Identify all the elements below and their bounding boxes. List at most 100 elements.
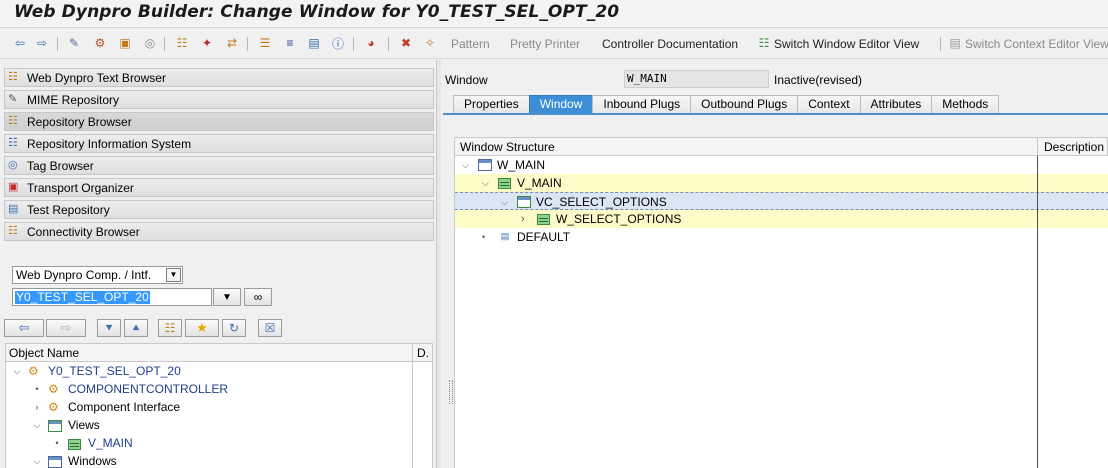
- collapse-all-button[interactable]: ⯅: [124, 319, 148, 337]
- column-divider: [412, 362, 413, 468]
- refresh-button[interactable]: ↻: [222, 319, 246, 337]
- chevron-down-icon[interactable]: ⌵: [462, 160, 472, 171]
- tree-node-label: COMPONENTCONTROLLER: [68, 382, 229, 396]
- chevron-right-icon[interactable]: ›: [521, 213, 531, 225]
- ws-node-vc-select-options[interactable]: ⌵ VC_SELECT_OPTIONS: [455, 192, 1108, 210]
- tree-node-component[interactable]: ⌵ ⚙ Y0_TEST_SEL_OPT_20: [12, 362, 181, 380]
- text-browser-icon: ☷: [8, 71, 18, 83]
- nav-label: Test Repository: [27, 202, 110, 217]
- bullet-icon: •: [35, 384, 39, 394]
- object-name-column[interactable]: Object Name: [9, 346, 79, 360]
- tab-outbound-plugs[interactable]: Outbound Plugs: [690, 95, 799, 113]
- switch-context-editor-icon: ▤: [949, 36, 961, 50]
- tree-node-label: Component Interface: [68, 400, 181, 414]
- chevron-down-icon[interactable]: ⌵: [32, 452, 42, 468]
- close-icon: ☒: [264, 321, 276, 335]
- back-arrow-icon[interactable]: ⇦: [12, 35, 28, 51]
- expand-all-button[interactable]: ⯆: [97, 319, 121, 337]
- tree-node-label: Y0_TEST_SEL_OPT_20: [48, 364, 181, 378]
- other-object-icon[interactable]: ⚙: [92, 35, 108, 51]
- chevron-down-icon[interactable]: ⌵: [12, 362, 22, 380]
- resize-handle[interactable]: [449, 380, 453, 404]
- chevron-down-icon[interactable]: ▼: [166, 268, 181, 282]
- chevron-right-icon[interactable]: ›: [32, 398, 42, 416]
- description-column[interactable]: D.: [417, 346, 429, 360]
- switch-window-editor-button[interactable]: Switch Window Editor View: [774, 37, 919, 51]
- where-used-icon[interactable]: ◎: [142, 35, 158, 51]
- description-column[interactable]: Description: [1044, 140, 1104, 154]
- tree-node-label: V_MAIN: [88, 436, 133, 450]
- editor-tabs: Properties Window Inbound Plugs Outbound…: [453, 95, 1000, 113]
- tab-context[interactable]: Context: [797, 95, 861, 113]
- nav-test-repository[interactable]: ▤ Test Repository: [4, 200, 434, 219]
- tab-inbound-plugs[interactable]: Inbound Plugs: [592, 95, 692, 113]
- object-type-select[interactable]: Web Dynpro Comp. / Intf. ▼: [12, 266, 183, 284]
- nav-label: Transport Organizer: [27, 180, 134, 195]
- window-name-field: W_MAIN: [624, 70, 769, 88]
- navigate-icon[interactable]: ⇄: [224, 35, 240, 51]
- tree-node-windows[interactable]: ⌵ Windows: [32, 452, 117, 468]
- object-name-dropdown-button[interactable]: ▼: [213, 288, 241, 306]
- display-change-icon[interactable]: ✎: [66, 35, 82, 51]
- nav-repository-information-system[interactable]: ☷ Repository Information System: [4, 134, 434, 153]
- object-name-input[interactable]: Y0_TEST_SEL_OPT_20: [12, 288, 212, 306]
- stack-icon[interactable]: ≡: [282, 35, 298, 51]
- magic-wand-icon[interactable]: ✧: [422, 35, 438, 51]
- collapse-all-icon: ⯅: [131, 320, 141, 335]
- ws-node-label: W_SELECT_OPTIONS: [556, 212, 682, 226]
- back-arrow-icon: ⇦: [18, 320, 30, 335]
- chevron-down-icon[interactable]: ⌵: [501, 197, 511, 208]
- favorites-button[interactable]: ★: [185, 319, 219, 337]
- stop-icon[interactable]: ✖: [398, 35, 414, 51]
- chevron-down-icon[interactable]: ⌵: [32, 416, 42, 434]
- activate-icon[interactable]: ▣: [117, 35, 133, 51]
- nav-repository-browser[interactable]: ☷ Repository Browser: [4, 112, 434, 131]
- tree-node-componentcontroller[interactable]: • ⚙ COMPONENTCONTROLLER: [32, 380, 228, 398]
- nav-label: MIME Repository: [27, 92, 120, 107]
- tree-node-component-interface[interactable]: › ⚙ Component Interface: [32, 398, 181, 416]
- chevron-down-icon[interactable]: ⌵: [482, 178, 492, 189]
- forward-arrow-icon[interactable]: ⇨: [34, 35, 50, 51]
- switch-context-editor-button[interactable]: Switch Context Editor View: [965, 37, 1108, 51]
- tab-underline: [443, 113, 1108, 115]
- tree-back-button[interactable]: ⇦: [4, 319, 44, 337]
- test-icon: ▤: [8, 203, 19, 215]
- ws-node-default[interactable]: • ▤ DEFAULT: [455, 228, 1108, 246]
- ws-node-w-main[interactable]: ⌵ W_MAIN: [455, 156, 1108, 174]
- tab-attributes[interactable]: Attributes: [859, 95, 933, 113]
- pattern-button[interactable]: Pattern: [451, 37, 490, 51]
- tree-forward-button[interactable]: ⇨: [46, 319, 86, 337]
- nav-tag-browser[interactable]: ◎ Tag Browser: [4, 156, 434, 175]
- pie-chart-icon[interactable]: ◕: [363, 35, 379, 51]
- ws-node-v-main[interactable]: ⌵ V_MAIN: [455, 174, 1108, 192]
- window-icon: [478, 159, 492, 171]
- nav-label: Repository Browser: [27, 114, 132, 129]
- nav-web-dynpro-text-browser[interactable]: ☷ Web Dynpro Text Browser: [4, 68, 434, 87]
- info-icon[interactable]: ⓘ: [330, 35, 346, 51]
- display-object-button[interactable]: ∞: [244, 288, 272, 306]
- hierarchy-button[interactable]: ☷: [158, 319, 182, 337]
- nav-connectivity-browser[interactable]: ☷ Connectivity Browser: [4, 222, 434, 241]
- tab-window[interactable]: Window: [528, 95, 594, 113]
- interface-icon: ⚙: [48, 399, 59, 414]
- nav-mime-repository[interactable]: ✎ MIME Repository: [4, 90, 434, 109]
- bullet-icon: •: [55, 438, 59, 448]
- nav-label: Tag Browser: [27, 158, 94, 173]
- object-list-icon[interactable]: ☰: [257, 35, 273, 51]
- pretty-printer-button[interactable]: Pretty Printer: [510, 37, 580, 51]
- chevron-down-icon: ▼: [222, 291, 232, 303]
- window-editor-panel: Window W_MAIN Inactive(revised) Properti…: [441, 60, 1108, 468]
- tree-node-views[interactable]: ⌵ Views: [32, 416, 100, 434]
- close-tree-button[interactable]: ☒: [258, 319, 282, 337]
- window-structure-column[interactable]: Window Structure: [460, 140, 555, 154]
- hierarchy-icon[interactable]: ☷: [174, 35, 190, 51]
- window-icon[interactable]: ▤: [306, 35, 322, 51]
- toolbar-separator: [247, 37, 248, 51]
- wizard-icon[interactable]: ✦: [199, 35, 215, 51]
- tab-properties[interactable]: Properties: [453, 95, 530, 113]
- ws-node-w-select-options[interactable]: › W_SELECT_OPTIONS: [455, 210, 1108, 228]
- nav-transport-organizer[interactable]: ▣ Transport Organizer: [4, 178, 434, 197]
- tab-methods[interactable]: Methods: [931, 95, 1000, 113]
- tree-node-v-main[interactable]: • V_MAIN: [52, 434, 133, 452]
- controller-documentation-button[interactable]: Controller Documentation: [602, 37, 738, 51]
